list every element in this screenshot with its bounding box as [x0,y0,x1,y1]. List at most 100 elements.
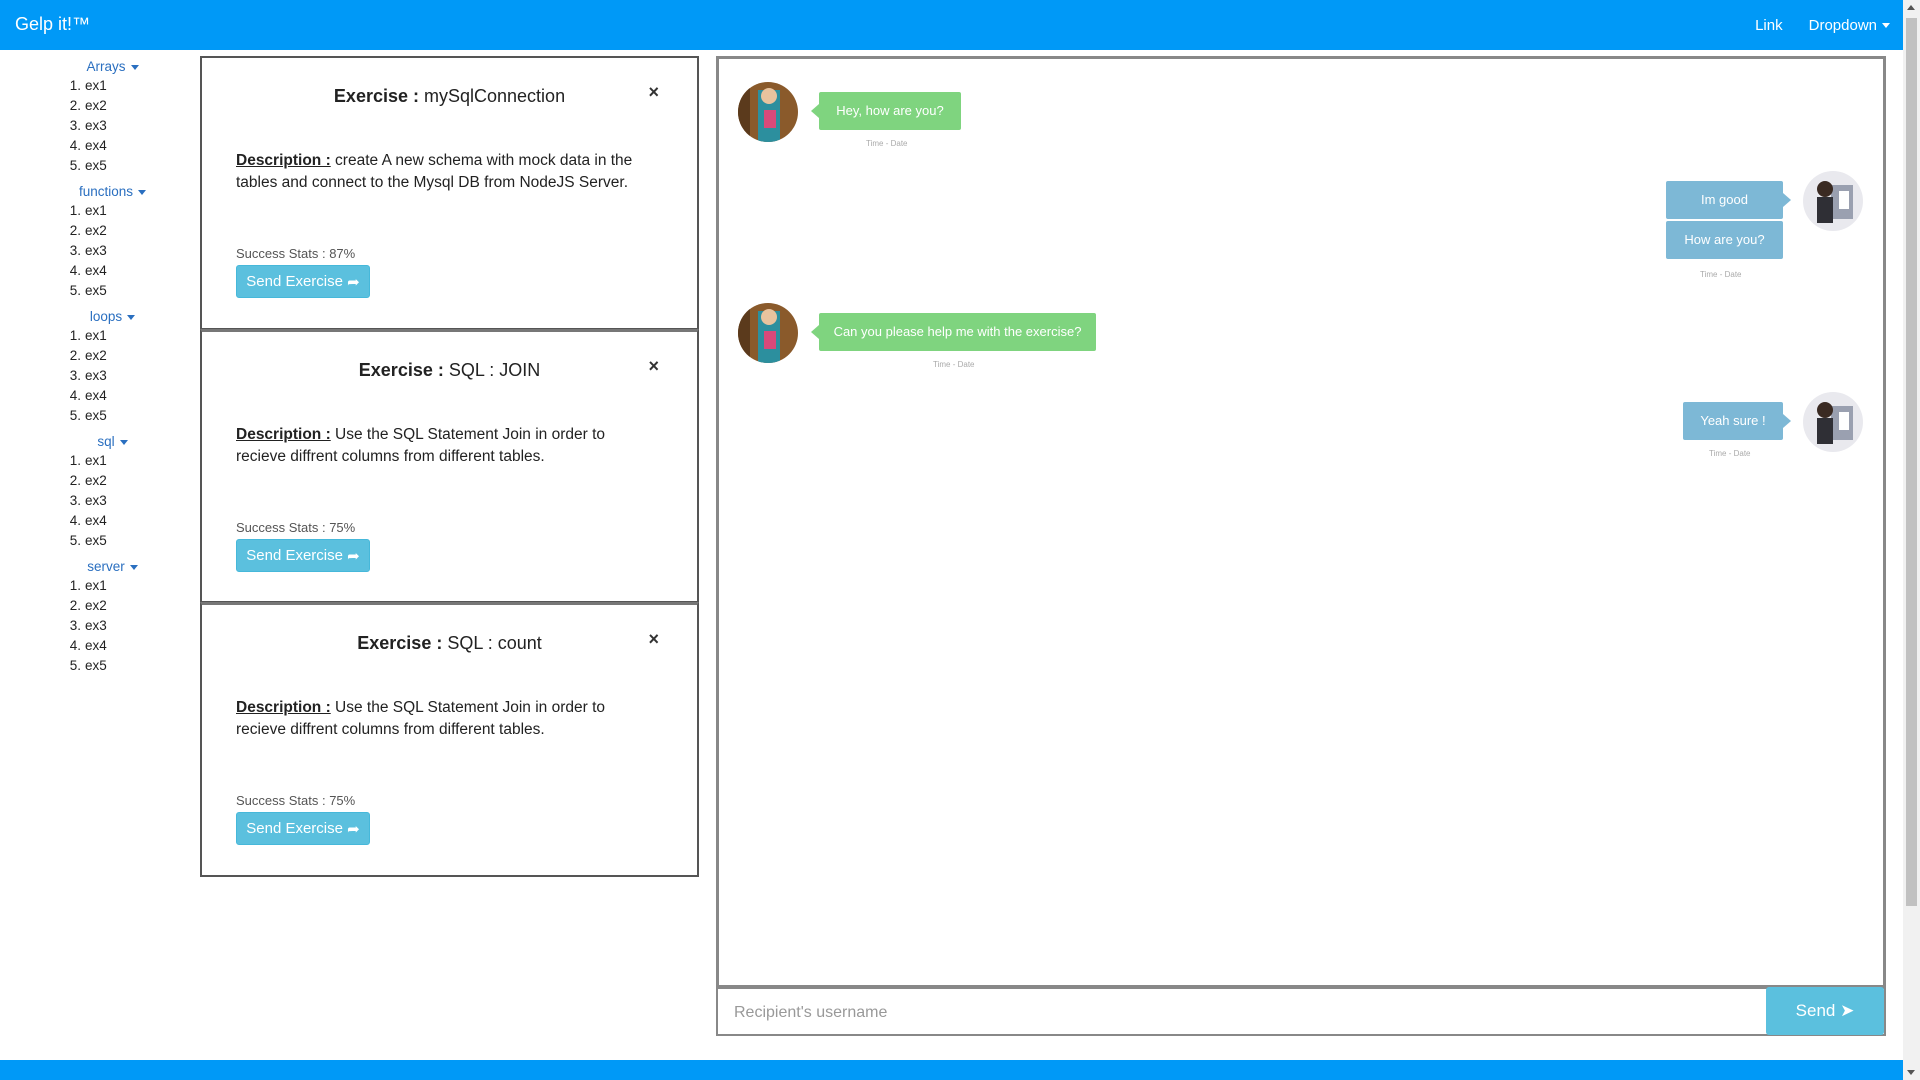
category-sql[interactable]: sql [0,434,225,449]
exercise-card: Exercise : SQL : count × Description : U… [200,602,699,877]
list-item[interactable]: 3. ex3 [65,491,200,511]
list-item[interactable]: 5. ex5 [65,656,200,676]
send-button[interactable]: Send ➤ [1766,987,1884,1035]
exercise-link[interactable]: ex2 [85,98,107,113]
message-timestamp: Time - Date [1700,270,1742,279]
exercise-link[interactable]: ex5 [85,158,107,173]
exercise-link[interactable]: ex2 [85,348,107,363]
exercise-link[interactable]: ex3 [85,618,107,633]
paper-plane-icon: ➤ [1840,1001,1855,1020]
exercise-link[interactable]: ex5 [85,533,107,548]
list-item[interactable]: 4. ex4 [65,511,200,531]
top-navbar: Gelp it!™ Link Dropdown [0,0,1920,50]
chat-window: Hey, how are you? Time - Date Im good Ho… [716,56,1886,988]
category-label: sql [97,434,115,449]
list-item[interactable]: 1. ex1 [65,76,200,96]
exercise-link[interactable]: ex3 [85,243,107,258]
close-icon[interactable]: × [648,82,659,103]
list-item[interactable]: 1. ex1 [65,451,200,471]
scroll-down-icon[interactable] [1907,1070,1915,1075]
list-item[interactable]: 4. ex4 [65,261,200,281]
exercise-link[interactable]: ex1 [85,203,107,218]
avatar [1803,171,1863,231]
exercise-link[interactable]: ex5 [85,408,107,423]
list-item[interactable]: 3. ex3 [65,616,200,636]
list-item[interactable]: 3. ex3 [65,241,200,261]
message-timestamp: Time - Date [1709,449,1751,458]
close-icon[interactable]: × [648,629,659,650]
list-item[interactable]: 1. ex1 [65,201,200,221]
brand-link[interactable]: Gelp it!™ [15,14,90,35]
list-item[interactable]: 3. ex3 [65,366,200,386]
send-exercise-button[interactable]: Send Exercise ➦ [236,812,370,845]
message-timestamp: Time - Date [933,360,975,369]
exercise-cards: Exercise : mySqlConnection × Description… [200,56,699,877]
list-item[interactable]: 2. ex2 [65,346,200,366]
page-scrollbar[interactable] [1903,0,1920,1080]
navbar-right: Link Dropdown [1755,0,1890,50]
message-bubble-incoming: Can you please help me with the exercise… [811,313,1096,351]
list-item[interactable]: 2. ex2 [65,96,200,116]
send-exercise-button[interactable]: Send Exercise ➦ [236,265,370,298]
exercise-link[interactable]: ex5 [85,283,107,298]
message-bubble-outgoing: Yeah sure ! [1683,402,1791,440]
close-icon[interactable]: × [648,356,659,377]
list-item[interactable]: 5. ex5 [65,531,200,551]
list-item[interactable]: 3. ex3 [65,116,200,136]
category-functions[interactable]: functions [0,184,225,199]
exercise-description: Description : create A new schema with m… [236,152,633,191]
success-stats: Success Stats : 75% [236,793,356,808]
exercise-link[interactable]: ex3 [85,493,107,508]
exercise-link[interactable]: ex1 [85,578,107,593]
list-item[interactable]: 5. ex5 [65,156,200,176]
caret-down-icon [129,564,138,570]
exercise-link[interactable]: ex3 [85,118,107,133]
share-icon: ➦ [347,273,360,291]
send-exercise-button[interactable]: Send Exercise ➦ [236,539,370,572]
category-server[interactable]: server [0,559,225,574]
list-item[interactable]: 4. ex4 [65,136,200,156]
exercise-link[interactable]: ex4 [85,513,107,528]
exercise-card: Exercise : mySqlConnection × Description… [200,56,699,329]
list-item[interactable]: 4. ex4 [65,636,200,656]
nav-dropdown-label: Dropdown [1808,16,1877,34]
nav-dropdown[interactable]: Dropdown [1809,17,1890,34]
exercise-link[interactable]: ex2 [85,473,107,488]
avatar [738,82,798,142]
exercise-list: 1. ex1 2. ex2 3. ex3 4. ex4 5. ex5 [0,76,200,176]
category-label: Arrays [86,59,126,74]
message-bubble-incoming: Hey, how are you? [811,92,961,130]
exercise-sidebar: Arrays 1. ex1 2. ex2 3. ex3 4. ex4 5. ex5 fun… [0,50,200,676]
exercise-link[interactable]: ex2 [85,223,107,238]
exercise-link[interactable]: ex1 [85,328,107,343]
category-loops[interactable]: loops [0,309,225,324]
share-icon: ➦ [347,547,360,565]
list-item[interactable]: 1. ex1 [65,326,200,346]
list-item[interactable]: 5. ex5 [65,406,200,426]
scroll-up-icon[interactable] [1907,5,1915,10]
exercise-link[interactable]: ex5 [85,658,107,673]
list-item[interactable]: 2. ex2 [65,221,200,241]
exercise-link[interactable]: ex1 [85,453,107,468]
exercise-link[interactable]: ex4 [85,263,107,278]
exercise-card: Exercise : SQL : JOIN × Description : Us… [200,329,699,602]
exercise-link[interactable]: ex1 [85,78,107,93]
list-item[interactable]: 1. ex1 [65,576,200,596]
scrollbar-thumb[interactable] [1906,18,1917,906]
exercise-link[interactable]: ex4 [85,138,107,153]
message-input-placeholder[interactable]: Recipient's username [734,1004,887,1022]
message-input-bar[interactable]: Recipient's username Send ➤ [716,987,1886,1036]
exercise-link[interactable]: ex4 [85,388,107,403]
exercise-link[interactable]: ex2 [85,598,107,613]
message-bubble-outgoing: How are you? [1666,221,1783,259]
exercise-title: Exercise : mySqlConnection [333,86,566,106]
exercise-link[interactable]: ex4 [85,638,107,653]
exercise-link[interactable]: ex3 [85,368,107,383]
nav-link[interactable]: Link [1755,17,1783,34]
exercise-list: 1. ex1 2. ex2 3. ex3 4. ex4 5. ex5 [0,576,200,676]
list-item[interactable]: 2. ex2 [65,471,200,491]
category-arrays[interactable]: Arrays [0,59,225,74]
list-item[interactable]: 4. ex4 [65,386,200,406]
list-item[interactable]: 5. ex5 [65,281,200,301]
list-item[interactable]: 2. ex2 [65,596,200,616]
